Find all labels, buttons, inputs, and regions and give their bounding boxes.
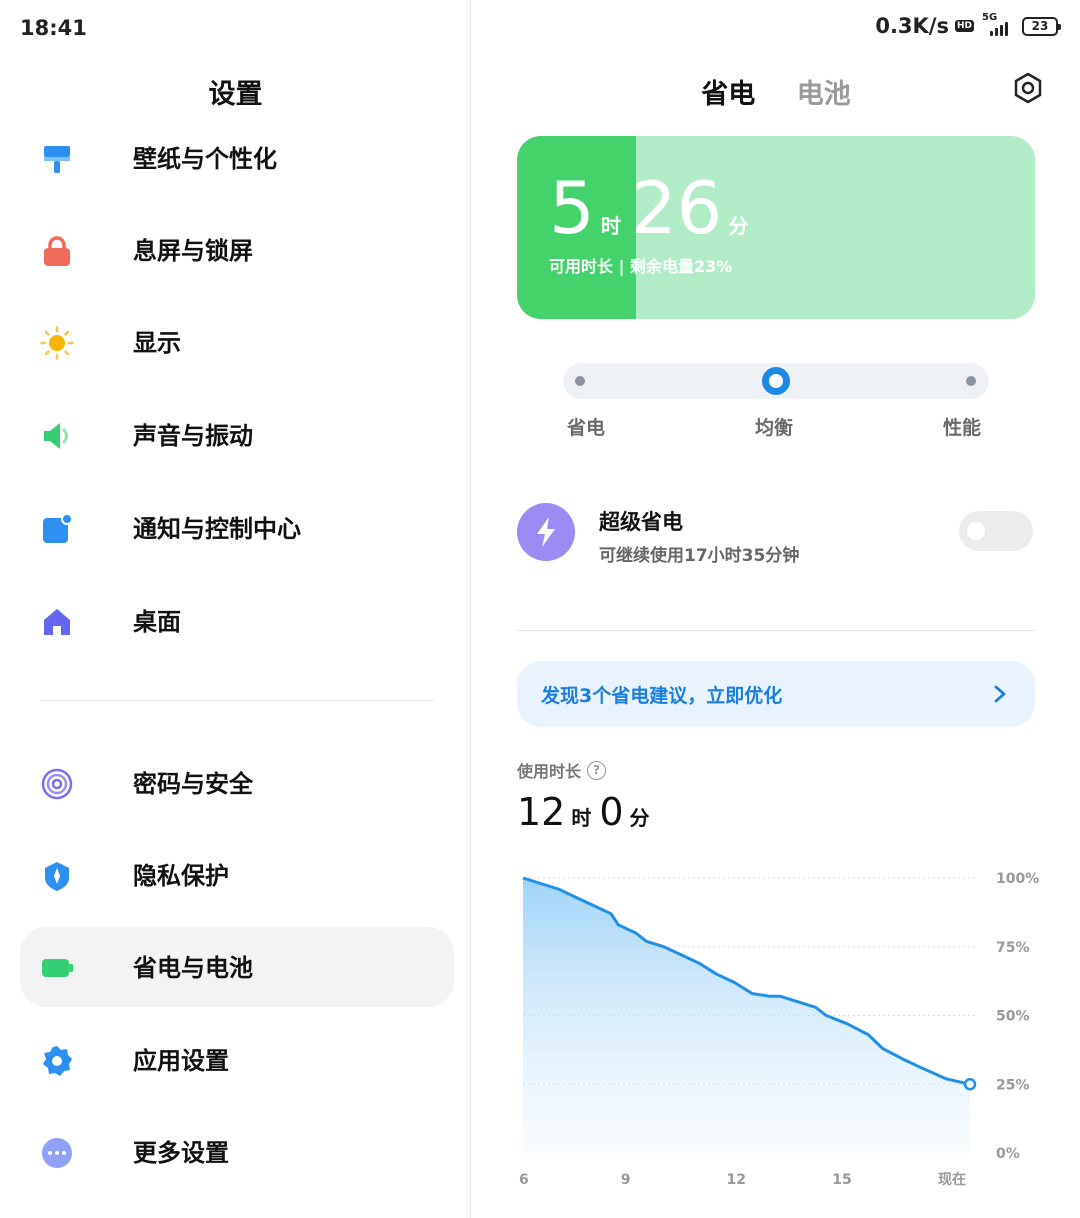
chart-area <box>523 878 970 1153</box>
menu-item-label: 省电与电池 <box>133 954 253 982</box>
usage-minutes: 0 <box>599 790 624 834</box>
y-tick-label: 25% <box>996 1077 1030 1093</box>
settings-pane: 18:41 设置 壁纸与个性化 息屏与锁屏 显示 声音与振动 通知与控制中心 桌… <box>0 0 471 1218</box>
chart-current-point <box>963 1078 977 1091</box>
more-icon <box>42 1138 72 1168</box>
fingerprint-icon <box>41 768 73 800</box>
x-tick-label: 9 <box>621 1172 631 1188</box>
usage-minute-unit: 分 <box>629 806 650 830</box>
gear-icon <box>43 1046 72 1076</box>
menu-item-notification[interactable]: 通知与控制中心 <box>20 488 454 568</box>
sun-icon <box>40 326 74 360</box>
x-tick-label: 6 <box>519 1172 529 1188</box>
x-tick-label: 15 <box>832 1172 851 1188</box>
menu-item-apps[interactable]: 应用设置 <box>20 1020 454 1100</box>
x-tick-label: 现在 <box>938 1171 966 1188</box>
super-saver-toggle[interactable] <box>959 511 1033 551</box>
remaining-time: 5 时 26 分 <box>549 172 758 244</box>
battery-remaining-card: 5 时 26 分 可用时长 | 剩余电量23% <box>517 136 1035 319</box>
hd-badge: HD <box>954 20 974 32</box>
net-speed: 0.3K/s <box>875 14 949 38</box>
remaining-hours: 5 <box>549 166 595 250</box>
mode-dot-saver[interactable] <box>575 376 585 386</box>
tab-power-saving[interactable]: 省电 <box>701 79 755 110</box>
super-saver-title: 超级省电 <box>599 510 683 534</box>
lock-icon <box>44 236 70 266</box>
toggle-knob <box>967 522 985 540</box>
lightning-icon <box>537 517 555 547</box>
mode-label-balanced[interactable]: 均衡 <box>755 413 793 440</box>
divider <box>517 630 1035 631</box>
status-bar: 0.3K/s HD 5G 23 <box>875 12 1061 38</box>
paintbrush-icon <box>44 146 70 173</box>
remaining-minutes: 26 <box>630 166 723 250</box>
menu-item-privacy[interactable]: 隐私保护 <box>20 835 454 915</box>
minute-unit: 分 <box>728 214 749 238</box>
y-tick-label: 50% <box>996 1009 1030 1025</box>
optimization-tip[interactable]: 发现3个省电建议，立即优化 <box>517 661 1035 727</box>
tab-bar: 省电 电池 <box>472 72 1080 111</box>
menu-item-label: 壁纸与个性化 <box>133 145 277 173</box>
menu-item-label: 更多设置 <box>133 1139 229 1167</box>
menu-item-display[interactable]: 显示 <box>20 302 454 382</box>
super-saver-subtitle: 可继续使用17小时35分钟 <box>599 546 800 566</box>
home-icon <box>44 609 70 635</box>
y-tick-label: 100% <box>996 871 1039 887</box>
menu-item-sound[interactable]: 声音与振动 <box>20 395 454 475</box>
menu-item-password[interactable]: 密码与安全 <box>20 743 454 823</box>
battery-pane: 0.3K/s HD 5G 23 省电 电池 5 时 26 分 可用时长 | 剩余… <box>472 0 1080 1218</box>
mode-slider-knob[interactable] <box>762 367 790 395</box>
settings-gear-icon[interactable] <box>1012 72 1044 104</box>
menu-item-wallpaper[interactable]: 壁纸与个性化 <box>20 118 454 198</box>
super-saver-icon <box>517 503 575 561</box>
mode-dot-performance[interactable] <box>966 376 976 386</box>
battery-icon <box>42 959 73 977</box>
status-time: 18:41 <box>20 16 87 40</box>
y-tick-label: 75% <box>996 940 1030 956</box>
mode-label-saver[interactable]: 省电 <box>567 413 605 440</box>
page-title: 设置 <box>208 79 263 110</box>
menu-item-label: 隐私保护 <box>133 862 229 890</box>
usage-hours: 12 <box>517 790 566 834</box>
menu-item-label: 息屏与锁屏 <box>133 237 253 265</box>
usage-label: 使用时长 ? <box>517 758 607 782</box>
battery-level-chart: 100% 75% 50% 25% 0% 6 9 12 15 现在 <box>519 871 1039 1188</box>
chevron-right-icon <box>994 685 1006 703</box>
x-tick-label: 12 <box>727 1172 746 1188</box>
notification-icon <box>43 513 73 543</box>
battery-status-icon: 23 <box>1022 16 1061 36</box>
remaining-subtitle: 可用时长 | 剩余电量23% <box>549 257 733 276</box>
mode-slider[interactable] <box>563 363 989 399</box>
menu-item-more[interactable]: 更多设置 <box>20 1112 454 1192</box>
usage-duration: 12 时 0 分 <box>517 790 658 834</box>
usage-label-text: 使用时长 <box>517 762 582 781</box>
hour-unit: 时 <box>600 214 621 238</box>
tab-battery[interactable]: 电池 <box>797 79 851 110</box>
menu-item-label: 通知与控制中心 <box>133 515 301 543</box>
menu-item-lockscreen[interactable]: 息屏与锁屏 <box>20 210 454 290</box>
menu-item-label: 桌面 <box>133 608 181 636</box>
menu-item-label: 声音与振动 <box>133 422 253 450</box>
menu-item-battery[interactable]: 省电与电池 <box>20 927 454 1007</box>
y-tick-label: 0% <box>996 1146 1020 1162</box>
usage-hour-unit: 时 <box>571 806 592 830</box>
menu-item-label: 应用设置 <box>133 1047 229 1075</box>
menu-item-label: 密码与安全 <box>133 770 253 798</box>
help-icon[interactable]: ? <box>587 760 607 780</box>
menu-item-home[interactable]: 桌面 <box>20 581 454 661</box>
tip-text: 发现3个省电建议，立即优化 <box>541 685 783 707</box>
speaker-icon <box>44 423 68 449</box>
signal-icon: 5G <box>980 12 1016 38</box>
divider <box>40 700 434 701</box>
shield-icon <box>45 862 69 891</box>
mode-label-performance[interactable]: 性能 <box>943 413 981 440</box>
menu-item-label: 显示 <box>133 329 181 357</box>
